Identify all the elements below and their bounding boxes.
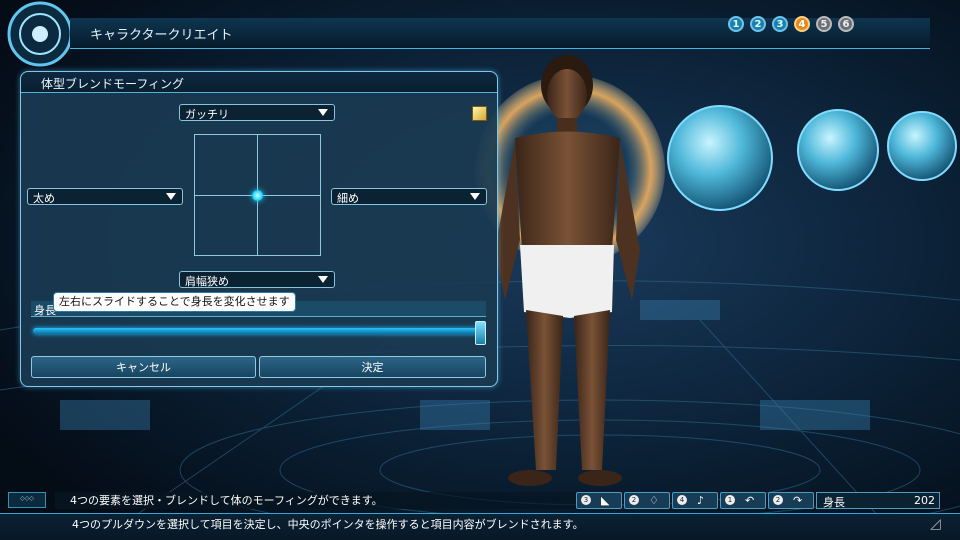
top-dropdown-label: ガッチリ xyxy=(185,108,229,121)
panel-header: 体型ブレンドモーフィング xyxy=(21,72,497,93)
step-3: 3 xyxy=(772,16,788,32)
top-morph-dropdown[interactable]: ガッチリ xyxy=(179,104,335,121)
left-dropdown-label: 太め xyxy=(33,192,55,205)
redo-button[interactable]: 2 ↷ xyxy=(768,492,814,509)
corner-logo-icon: ◿ xyxy=(930,516,941,532)
bottom-dropdown-label: 肩幅狭め xyxy=(185,275,229,288)
height-tooltip: 左右にスライドすることで身長を変化させます xyxy=(53,292,296,312)
random-dice-icon[interactable] xyxy=(472,106,487,121)
right-dropdown-label: 細め xyxy=(337,192,359,205)
height-slider-handle[interactable] xyxy=(475,321,486,345)
height-status: 身長 202 xyxy=(816,492,940,509)
side-tag: ◇◇◇ xyxy=(8,492,46,508)
height-slider[interactable] xyxy=(33,328,483,334)
height-status-value: 202 xyxy=(914,494,935,507)
right-morph-dropdown[interactable]: 細め xyxy=(331,188,487,205)
chevron-down-icon xyxy=(318,109,328,116)
blend-grid[interactable] xyxy=(194,134,321,256)
cancel-button[interactable]: キャンセル xyxy=(31,356,256,378)
page-title: キャラクタークリエイト xyxy=(90,28,233,43)
panel-title: 体型ブレンドモーフィング xyxy=(41,77,185,91)
costume-button[interactable]: 2 ♢ xyxy=(624,492,670,509)
chevron-down-icon xyxy=(318,276,328,283)
help-text-primary: 4つの要素を選択・ブレンドして体のモーフィングができます。 xyxy=(55,492,590,509)
undo-button[interactable]: 1 ↶ xyxy=(720,492,766,509)
camera-button[interactable]: 3 ◣ xyxy=(576,492,622,509)
microphone-icon: ♪ xyxy=(697,494,705,507)
undo-icon: ↶ xyxy=(745,494,755,507)
chevron-down-icon xyxy=(470,193,480,200)
logo-emblem xyxy=(7,1,73,67)
chevron-down-icon xyxy=(166,193,176,200)
step-5: 5 xyxy=(816,16,832,32)
step-2: 2 xyxy=(750,16,766,32)
step-4: 4 xyxy=(794,16,810,32)
height-status-label: 身長 xyxy=(823,496,845,509)
help-text-secondary: 4つのプルダウンを選択して項目を決定し、中央のポインタを操作すると項目内容がブレ… xyxy=(0,513,960,540)
shortcut-bar: 3 ◣ 2 ♢ 4 ♪ 1 ↶ 2 ↷ xyxy=(576,492,814,509)
confirm-button[interactable]: 決定 xyxy=(259,356,486,378)
bottom-morph-dropdown[interactable]: 肩幅狭め xyxy=(179,271,335,288)
voice-button[interactable]: 4 ♪ xyxy=(672,492,718,509)
step-6: 6 xyxy=(838,16,854,32)
blend-pointer[interactable] xyxy=(252,190,263,201)
camera-icon: ◣ xyxy=(601,494,610,507)
shirt-icon: ♢ xyxy=(649,494,659,507)
body-blend-panel: 体型ブレンドモーフィング ガッチリ 太め 細め 肩幅狭め 身長 左右にスライドす… xyxy=(20,71,498,387)
redo-icon: ↷ xyxy=(793,494,803,507)
left-morph-dropdown[interactable]: 太め xyxy=(27,188,183,205)
step-1: 1 xyxy=(728,16,744,32)
step-indicator: 1 2 3 4 5 6 xyxy=(728,16,854,34)
